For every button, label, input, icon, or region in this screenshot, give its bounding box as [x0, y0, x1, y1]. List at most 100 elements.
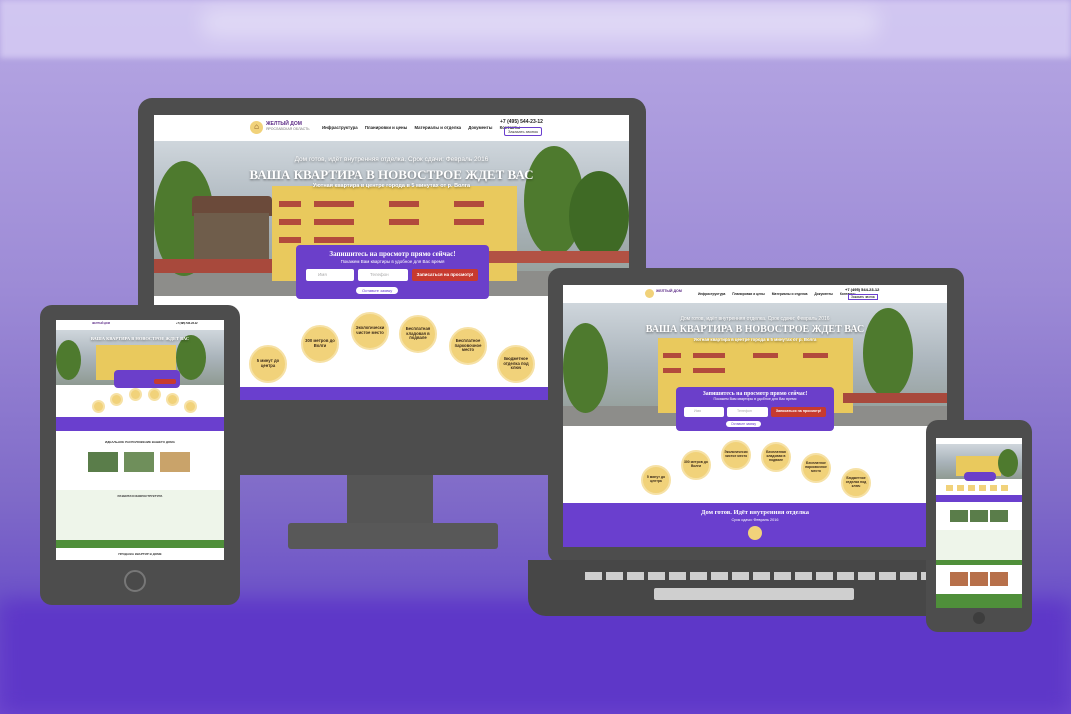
laptop-feature: Экологически чистое место: [721, 440, 751, 470]
laptop-logo-icon[interactable]: [645, 289, 654, 298]
balcony: [454, 219, 484, 225]
phone-photos: [950, 510, 1008, 522]
balcony: [663, 353, 681, 358]
phone-screen: [936, 438, 1022, 608]
balcony: [753, 353, 778, 358]
nav-item-documents[interactable]: Документы: [468, 125, 492, 130]
phone-infra: [936, 530, 1022, 560]
laptop-feature: 300 метров до Волги: [681, 450, 711, 480]
main-nav: Инфраструктура Планировки и цены Материа…: [322, 125, 526, 130]
tablet-feature: [110, 393, 123, 406]
balcony: [389, 201, 419, 207]
balcony: [279, 237, 301, 243]
hero-title: ВАША КВАРТИРА В НОВОСТРОЕ ЖДЕТ ВАС: [249, 167, 534, 182]
laptop-phone[interactable]: +7 (495) 544-23-12: [845, 287, 879, 292]
signup-button[interactable]: Записаться на просмотр!: [412, 269, 478, 281]
tablet-sales-title: ПРОДАЖА КВАРТИР В ДОМЕ: [118, 552, 162, 556]
laptop-screen: ЖЕЛТЫЙ ДОМ Инфраструктура Планировки и ц…: [563, 285, 947, 547]
feature-eco: Экологически чистое место: [351, 312, 389, 350]
feature-parking: Бесплатное парковочное место: [449, 327, 487, 365]
laptop-callback[interactable]: Заказать звонок: [848, 294, 878, 300]
laptop-info-band: Дом готов. Идёт внутренняя отделка Срок …: [563, 503, 947, 547]
laptop-nav-item[interactable]: Планировки и цены: [732, 292, 765, 296]
laptop-phone-input[interactable]: Телефон: [727, 407, 768, 417]
tablet-feature: [166, 393, 179, 406]
logo-subtitle: ЯРОСЛАВСКАЯ ОБЛАСТЬ: [266, 126, 310, 131]
phone-footer: [936, 594, 1022, 608]
laptop-nav-item[interactable]: Материалы и отделка: [772, 292, 808, 296]
laptop-name-input[interactable]: Имя: [684, 407, 724, 417]
name-input[interactable]: Имя: [306, 269, 354, 281]
balcony: [314, 201, 354, 207]
nav-item-plans[interactable]: Планировки и цены: [365, 125, 407, 130]
balcony: [663, 368, 681, 373]
tablet-feature: [184, 400, 197, 413]
laptop-form-subtitle: Покажем Вам квартиры в удобное для Вас в…: [713, 397, 797, 401]
laptop-touchpad[interactable]: [654, 588, 854, 600]
nav-item-infrastructure[interactable]: Инфраструктура: [322, 125, 358, 130]
tablet-header: ЖЕЛТЫЙ ДОМ +7 (495) 544-23-12: [56, 320, 224, 330]
laptop-nav-item[interactable]: Документы: [814, 292, 833, 296]
form-title: Запишитесь на просмотр прямо сейчас!: [329, 250, 456, 258]
phone-sales-photos: [950, 572, 1008, 586]
laptop-header: ЖЕЛТЫЙ ДОМ Инфраструктура Планировки и ц…: [563, 285, 947, 303]
laptop-form: Запишитесь на просмотр прямо сейчас! Пок…: [676, 387, 834, 431]
tablet-photo: [160, 452, 190, 472]
phone-info-band: [936, 495, 1022, 502]
laptop-hero-status: Дом готов, идёт внутренняя отделка. Срок…: [680, 316, 830, 322]
fence: [843, 393, 947, 403]
balcony: [803, 353, 828, 358]
laptop-nav: Инфраструктура Планировки и цены Материа…: [698, 292, 861, 296]
laptop-band-badge-icon: [748, 526, 762, 540]
monitor-stand-base: [288, 523, 498, 549]
laptop-feature: 5 минут до центра: [641, 465, 671, 495]
tablet-green-band: [56, 540, 224, 548]
tablet-hero-title: ВАША КВАРТИРА В НОВОСТРОЕ ЖДЕТ ВАС: [90, 336, 190, 341]
laptop-feature: Бесплатное парковочное место: [801, 453, 831, 483]
nav-item-materials[interactable]: Материалы и отделка: [414, 125, 461, 130]
balcony: [314, 219, 354, 225]
laptop-feature: Бюджетное отделка под ключ: [841, 468, 871, 498]
tablet-home-button[interactable]: [124, 570, 146, 592]
balcony: [454, 201, 484, 207]
background-blur-header: [200, 8, 880, 38]
laptop-logo-title: ЖЕЛТЫЙ ДОМ: [656, 289, 682, 293]
laptop-nav-item[interactable]: Инфраструктура: [698, 292, 725, 296]
fence: [154, 259, 274, 273]
laptop-keyboard: [585, 572, 930, 580]
laptop-signup-button[interactable]: Записаться на просмотр!: [771, 407, 826, 417]
tablet-infra-title: РАЗВИТАЯ ИНФРАСТРУКТУРА: [117, 494, 163, 498]
tablet-form: [114, 370, 180, 388]
feature-volga: 300 метров до Волги: [301, 325, 339, 363]
phone-home-button[interactable]: [973, 612, 985, 624]
laptop-band-deadline: Срок сдачи: Февраль 2016: [731, 518, 779, 522]
tablet-feature: [92, 400, 105, 413]
phone-form: [964, 472, 996, 481]
tablet-feature: [129, 388, 142, 401]
tablet-photo: [124, 452, 154, 472]
tablet-phone: +7 (495) 544-23-12: [176, 322, 198, 325]
background-blur-band: [0, 600, 1071, 714]
laptop-hero-title: ВАША КВАРТИРА В НОВОСТРОЕ ЖДЕТ ВАС: [645, 324, 865, 335]
balcony: [693, 368, 725, 373]
tablet-location-title: ИДЕАЛЬНОЕ РАСПОЛОЖЕНИЕ ВАШЕГО ДОМА: [105, 440, 175, 444]
callback-button[interactable]: Заказать звонок: [504, 127, 542, 136]
tree: [56, 340, 81, 380]
tree: [998, 449, 1018, 477]
header-phone[interactable]: +7 (495) 544-23-12: [500, 119, 543, 125]
laptop-form-note: Оставьте заявку: [726, 421, 761, 427]
feature-storage: Бесплатная кладовая в подвале: [399, 315, 437, 353]
balcony: [693, 353, 725, 358]
phone-green-band: [936, 560, 1022, 565]
logo-icon[interactable]: ⌂: [250, 121, 263, 134]
laptop-feature: Бесплатная кладовая в подвале: [761, 442, 791, 472]
feature-center: 5 минут до центра: [249, 345, 287, 383]
laptop-hero-subtitle: Уютная квартира в центре города в 5 мину…: [693, 337, 817, 342]
tablet-signup-button[interactable]: [154, 379, 176, 384]
signup-form: Запишитесь на просмотр прямо сейчас! Пок…: [296, 245, 489, 299]
phone-input[interactable]: Телефон: [358, 269, 408, 281]
balcony: [314, 237, 354, 243]
phone-features: [946, 485, 1012, 491]
hero-subtitle: Уютная квартира в центре города в 5 мину…: [312, 183, 471, 189]
form-note: Оставьте заявку: [356, 287, 399, 294]
